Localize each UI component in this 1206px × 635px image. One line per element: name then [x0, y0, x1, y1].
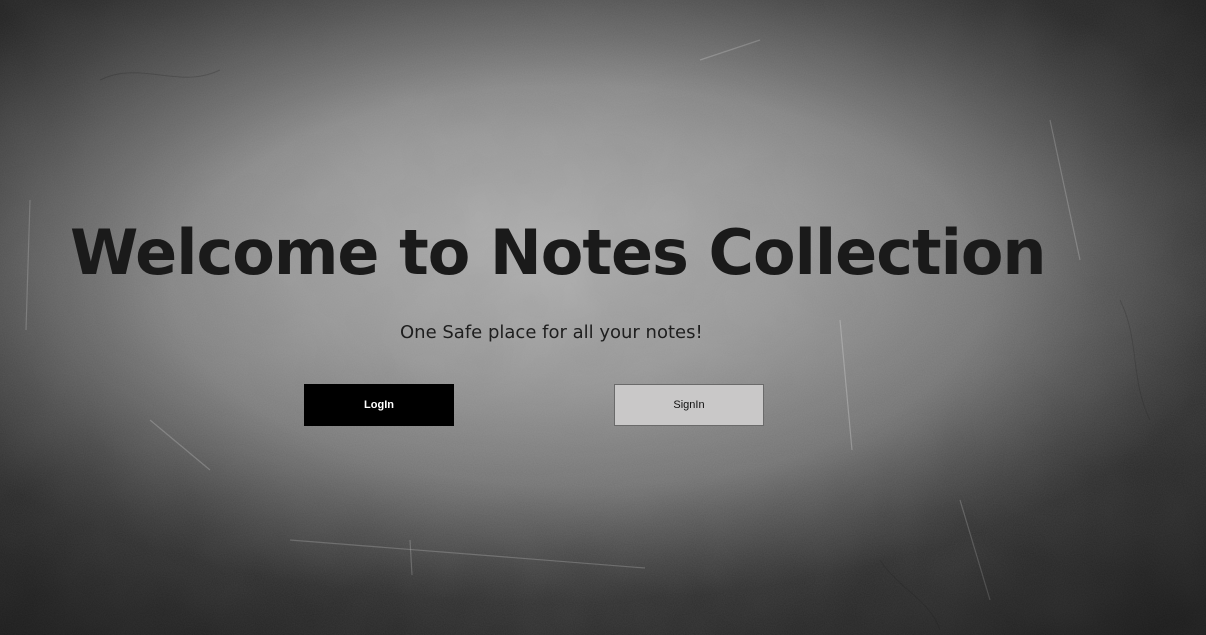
page-title: Welcome to Notes Collection: [70, 216, 1047, 289]
signin-button[interactable]: SignIn: [614, 384, 764, 426]
page-subtitle: One Safe place for all your notes!: [400, 322, 703, 343]
login-button[interactable]: LogIn: [304, 384, 454, 426]
background-vignette: [0, 0, 1206, 635]
background-texture: [0, 0, 1206, 635]
